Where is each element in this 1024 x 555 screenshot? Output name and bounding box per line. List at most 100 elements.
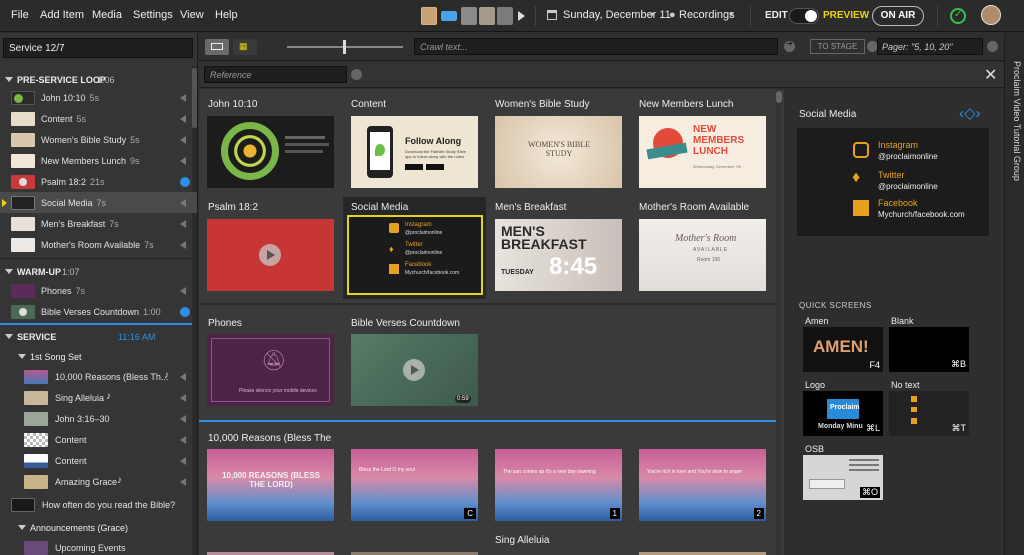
- slide-john-10-10[interactable]: [207, 116, 334, 188]
- song-slide-chorus[interactable]: Bless the Lord O my soul C: [351, 449, 478, 521]
- send-arrow-icon[interactable]: [180, 136, 186, 144]
- list-item[interactable]: John 10:10 5s: [0, 87, 197, 108]
- group-announcements[interactable]: Announcements (Grace): [0, 517, 197, 537]
- play-status-icon[interactable]: [180, 307, 190, 317]
- caret-down-icon[interactable]: [18, 354, 26, 359]
- slide-social-media[interactable]: Instagram @proclaimonline ♦ Twitter @pro…: [347, 215, 483, 295]
- play-icon[interactable]: [259, 244, 281, 266]
- preview-nav-icon[interactable]: ‹◇›: [959, 104, 981, 122]
- send-arrow-icon[interactable]: [180, 115, 186, 123]
- list-item[interactable]: Amazing Grace ♪: [0, 471, 197, 492]
- quick-screen-blank[interactable]: ⌘B: [889, 327, 969, 372]
- section-pre-service-loop[interactable]: PRE-SERVICE LOOP 1:06: [0, 69, 197, 89]
- song-slide-title[interactable]: 10,000 REASONS (BLESS THE LORD): [207, 449, 334, 521]
- list-item[interactable]: Bible Verses Countdown 1:00: [0, 301, 197, 322]
- quick-screen-amen[interactable]: AMEN! F4: [803, 327, 883, 372]
- slide-womens-bible-study[interactable]: WOMEN'S BIBLE STUDY: [495, 116, 622, 188]
- caret-down-icon[interactable]: [5, 269, 13, 274]
- menu-settings[interactable]: Settings: [133, 9, 173, 21]
- send-arrow-icon[interactable]: [180, 241, 186, 249]
- thumbnail-size-slider[interactable]: [287, 40, 403, 54]
- group-1st-song-set[interactable]: 1st Song Set: [0, 346, 197, 366]
- send-arrow-icon[interactable]: [180, 287, 186, 295]
- play-status-icon[interactable]: [180, 177, 190, 187]
- send-arrow-icon[interactable]: [180, 94, 186, 102]
- menu-media[interactable]: Media: [92, 9, 122, 21]
- caret-down-icon[interactable]: [5, 334, 13, 339]
- avatar[interactable]: [497, 7, 513, 25]
- slide-mothers-room[interactable]: Mother's Room AVAILABLE Room 106: [639, 219, 766, 291]
- slide-content[interactable]: Follow Along Download the Faithlife Stud…: [351, 116, 478, 188]
- song-slide-verse-2[interactable]: You're rich in love and You're slow to a…: [639, 449, 766, 521]
- grid-view-button[interactable]: ▦: [233, 39, 257, 55]
- song-slide-verse-1[interactable]: The sun comes up it's a new day dawning …: [495, 449, 622, 521]
- sync-status-icon[interactable]: ✓: [950, 8, 966, 24]
- reference-input[interactable]: Reference: [204, 66, 347, 83]
- send-arrow-icon[interactable]: [180, 157, 186, 165]
- quick-screen-logo[interactable]: Proclaim Monday Minu ⌘L: [803, 391, 883, 436]
- slide-new-members-lunch[interactable]: NEW MEMBERS LUNCH Wednesday, December 7t…: [639, 116, 766, 188]
- slide-mens-breakfast[interactable]: MEN'S BREAKFAST TUESDAY 8:45: [495, 219, 622, 291]
- list-item[interactable]: Content 5s: [0, 108, 197, 129]
- send-arrow-icon[interactable]: [180, 478, 186, 486]
- slide-phones[interactable]: 🔕︎ Please silence your mobile devices: [207, 334, 334, 406]
- edit-preview-toggle[interactable]: [789, 8, 819, 24]
- list-item[interactable]: Psalm 18:2 21s: [0, 171, 197, 192]
- chevron-down-icon[interactable]: ▾: [650, 10, 654, 19]
- avatar[interactable]: [441, 11, 457, 21]
- send-arrow-icon[interactable]: [180, 220, 186, 228]
- list-item[interactable]: New Members Lunch 9s: [0, 150, 197, 171]
- list-item[interactable]: Men's Breakfast 7s: [0, 213, 197, 234]
- list-item[interactable]: Upcoming Events: [0, 537, 197, 555]
- close-icon[interactable]: ✕: [984, 65, 997, 85]
- to-stage-button[interactable]: TO STAGE: [810, 39, 865, 54]
- list-item-selected[interactable]: Social Media 7s: [0, 192, 197, 213]
- crawl-text-input[interactable]: Crawl text...: [414, 38, 778, 55]
- caret-down-icon[interactable]: [18, 525, 26, 530]
- list-item[interactable]: Phones 7s: [0, 280, 197, 301]
- play-icon[interactable]: [518, 11, 525, 21]
- slide-bible-verses-countdown[interactable]: 0:59: [351, 334, 478, 406]
- quick-screen-osb[interactable]: ⌘O: [803, 455, 883, 500]
- send-arrow-icon[interactable]: [180, 457, 186, 465]
- list-item[interactable]: 10,000 Reasons (Bless Th... ♪: [0, 366, 197, 387]
- list-item[interactable]: Content: [0, 429, 197, 450]
- scrollbar[interactable]: [776, 89, 782, 555]
- send-crawl-icon[interactable]: ➜: [784, 39, 795, 52]
- on-air-button[interactable]: ON AIR: [872, 6, 924, 26]
- menu-help[interactable]: Help: [215, 9, 238, 21]
- list-view-button[interactable]: [205, 39, 229, 55]
- service-name-field[interactable]: Service 12/7: [3, 38, 193, 58]
- list-item[interactable]: Sing Alleluia ♪: [0, 387, 197, 408]
- send-arrow-icon[interactable]: [180, 415, 186, 423]
- avatar[interactable]: [461, 7, 477, 25]
- send-arrow-icon[interactable]: [180, 199, 186, 207]
- play-icon[interactable]: [403, 359, 425, 381]
- menu-view[interactable]: View: [180, 9, 204, 21]
- date-selector[interactable]: Sunday, December 11: [563, 9, 671, 21]
- recordings-menu[interactable]: Recordings: [679, 9, 735, 21]
- list-item[interactable]: Mother's Room Available 7s: [0, 234, 197, 255]
- quick-screen-no-text[interactable]: ⌘T: [889, 391, 969, 436]
- section-service[interactable]: SERVICE 11:16 AM: [0, 326, 197, 346]
- avatar[interactable]: [479, 7, 495, 25]
- section-warm-up[interactable]: WARM-UP 1:07: [0, 261, 197, 281]
- menu-add-item[interactable]: Add Item: [40, 9, 84, 21]
- list-item[interactable]: Women's Bible Study 5s: [0, 129, 197, 150]
- send-arrow-icon[interactable]: [180, 436, 186, 444]
- caret-down-icon[interactable]: [5, 77, 13, 82]
- user-avatar[interactable]: [981, 5, 1001, 25]
- list-item[interactable]: John 3:16–30: [0, 408, 197, 429]
- send-arrow-icon[interactable]: [180, 373, 186, 381]
- tutorial-group-tab[interactable]: Proclaim Video Tutorial Group: [1008, 61, 1022, 241]
- send-pager-icon[interactable]: [987, 41, 998, 52]
- menu-file[interactable]: File: [11, 9, 29, 21]
- send-arrow-icon[interactable]: [180, 394, 186, 402]
- avatar[interactable]: [421, 7, 437, 25]
- list-item[interactable]: How often do you read the Bible?: [0, 494, 197, 515]
- slide-psalm-18-2[interactable]: [207, 219, 334, 291]
- list-item[interactable]: Content: [0, 450, 197, 471]
- send-reference-icon[interactable]: [351, 69, 362, 80]
- pager-input[interactable]: Pager: "5, 10, 20": [877, 38, 983, 55]
- chevron-down-icon[interactable]: ▾: [729, 10, 733, 19]
